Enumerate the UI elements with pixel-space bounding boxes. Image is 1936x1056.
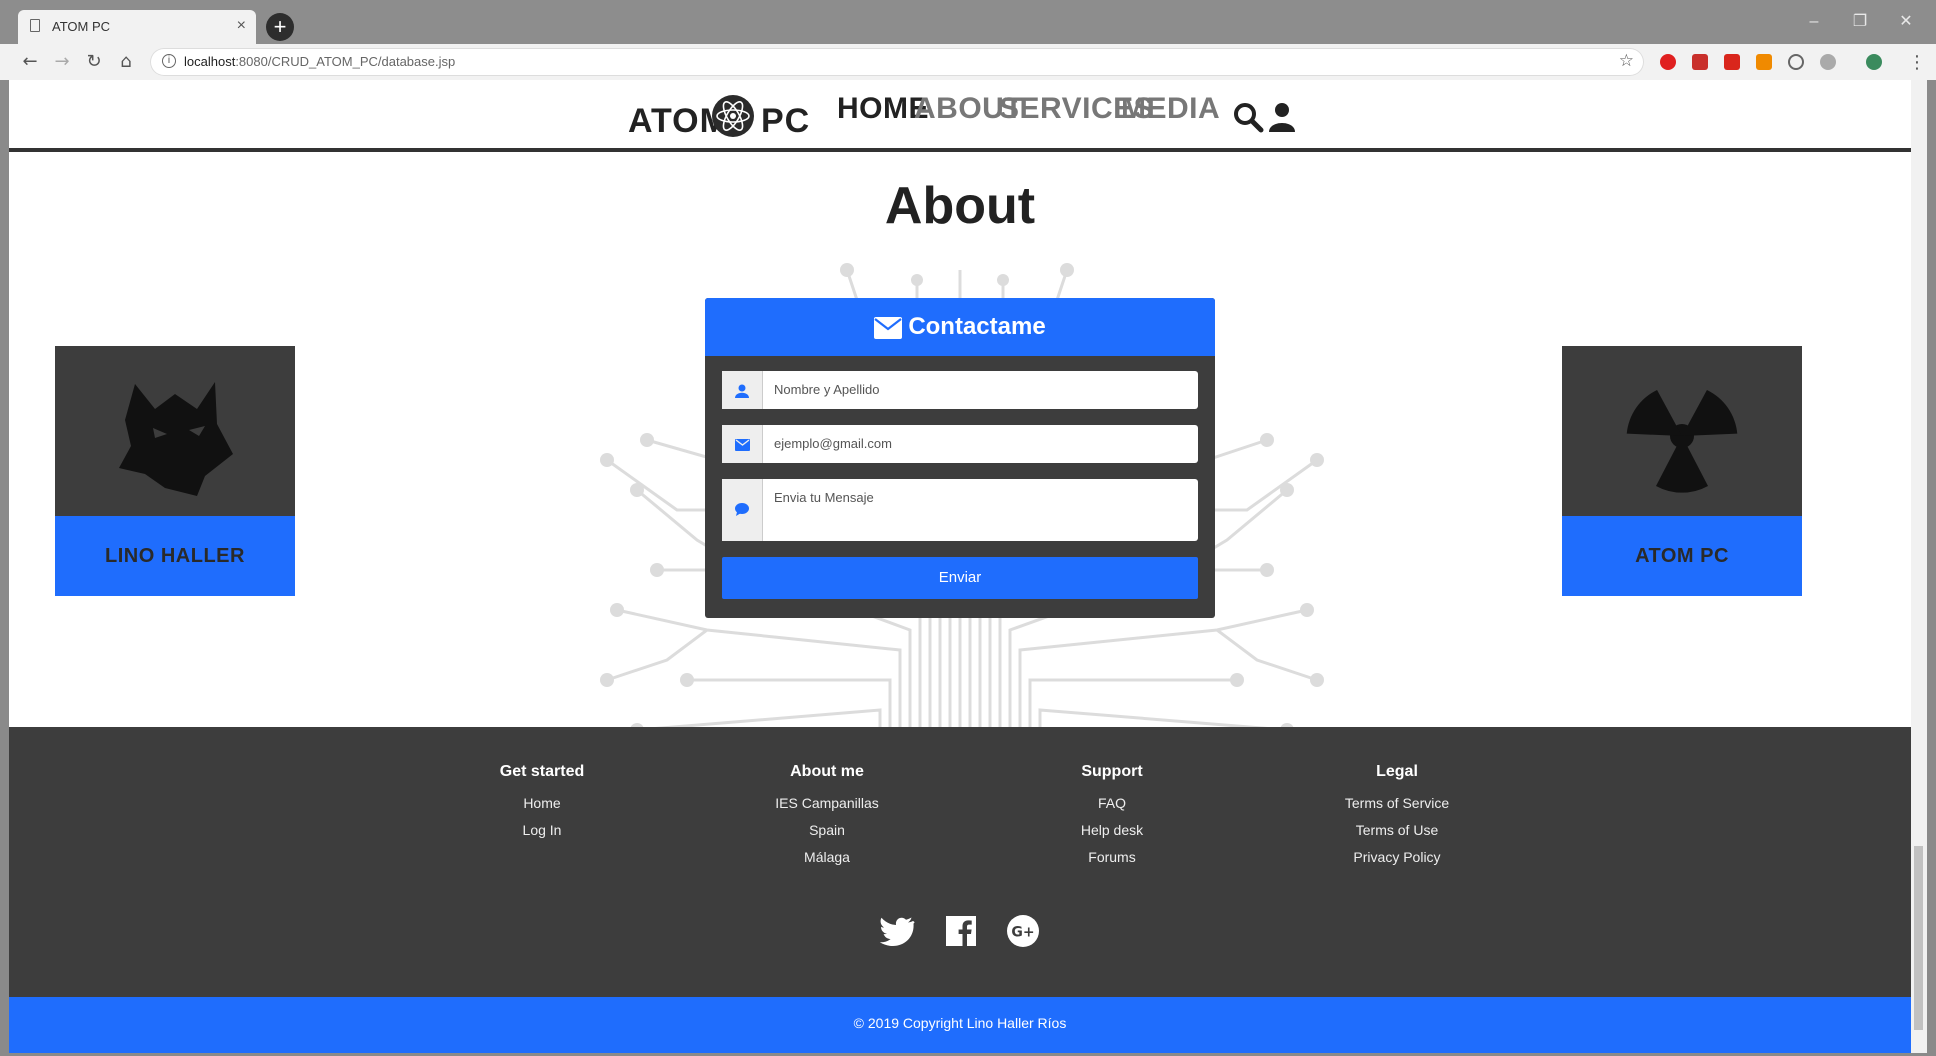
send-button[interactable]: Enviar bbox=[722, 557, 1198, 599]
browser-toolbar: ← → ↻ ⌂ i localhost:8080/CRUD_ATOM_PC/da… bbox=[0, 44, 1936, 80]
facebook-icon[interactable] bbox=[943, 913, 979, 949]
url-text: localhost:8080/CRUD_ATOM_PC/database.jsp bbox=[184, 54, 456, 69]
footer-link-terms-of-service[interactable]: Terms of Service bbox=[1297, 795, 1497, 822]
tab-close-button[interactable]: × bbox=[237, 17, 246, 35]
contact-form-title: Contactame bbox=[908, 313, 1046, 340]
address-bar[interactable]: i localhost:8080/CRUD_ATOM_PC/database.j… bbox=[150, 48, 1644, 76]
comment-icon bbox=[735, 503, 749, 516]
browser-menu-icon[interactable]: ⋮ bbox=[1908, 52, 1926, 73]
name-field-addon bbox=[722, 371, 763, 409]
restore-button[interactable]: ❐ bbox=[1838, 9, 1882, 35]
footer-link-malaga[interactable]: Málaga bbox=[727, 849, 927, 876]
wrench-icon[interactable] bbox=[1756, 54, 1772, 70]
new-tab-button[interactable]: + bbox=[266, 13, 294, 41]
card-label: ATOM PC bbox=[1562, 516, 1802, 596]
profile-avatar[interactable] bbox=[1866, 54, 1882, 70]
user-icon bbox=[735, 384, 749, 398]
nav-media[interactable]: MEDIA bbox=[1121, 92, 1220, 126]
email-field-addon bbox=[722, 425, 763, 463]
footer-link-home[interactable]: Home bbox=[442, 795, 642, 822]
copyright-bar: © 2019 Copyright Lino Haller Ríos bbox=[9, 997, 1911, 1053]
email-field[interactable]: ejemplo@gmail.com bbox=[722, 425, 1198, 463]
tab-title: ATOM PC bbox=[52, 19, 111, 34]
footer-link-ies-campanillas[interactable]: IES Campanillas bbox=[727, 795, 927, 822]
footer-column-about-me: About me IES Campanillas Spain Málaga bbox=[727, 763, 927, 876]
atom-logo-icon bbox=[712, 95, 754, 137]
close-window-button[interactable]: ✕ bbox=[1884, 9, 1928, 35]
forward-button[interactable]: → bbox=[50, 50, 74, 74]
minimize-button[interactable]: – bbox=[1792, 9, 1836, 35]
email-placeholder: ejemplo@gmail.com bbox=[774, 436, 892, 451]
twitter-icon[interactable] bbox=[879, 913, 915, 949]
name-field[interactable]: Nombre y Apellido bbox=[722, 371, 1198, 409]
svg-text:G+: G+ bbox=[1011, 925, 1034, 941]
footer-link-terms-of-use[interactable]: Terms of Use bbox=[1297, 822, 1497, 849]
profile-card-atom-pc[interactable]: ATOM PC bbox=[1562, 346, 1802, 596]
footer-link-forums[interactable]: Forums bbox=[1012, 849, 1212, 876]
footer-heading: Get started bbox=[499, 763, 585, 780]
site-footer: Get started Home Log In About me IES Cam… bbox=[9, 727, 1911, 1053]
extension-icon[interactable] bbox=[1724, 54, 1740, 70]
footer-link-log-in[interactable]: Log In bbox=[442, 822, 642, 849]
page-icon bbox=[30, 19, 40, 32]
user-icon[interactable] bbox=[1265, 100, 1299, 134]
back-button[interactable]: ← bbox=[18, 50, 42, 74]
site-header: ATOM PC HOME ABOUT SERVICES MEDIA bbox=[9, 80, 1911, 152]
bookmark-star-icon[interactable]: ☆ bbox=[1619, 51, 1634, 71]
footer-column-legal: Legal Terms of Service Terms of Use Priv… bbox=[1297, 763, 1497, 876]
radiation-icon bbox=[1626, 389, 1738, 493]
footer-column-get-started: Get started Home Log In bbox=[442, 763, 642, 849]
reload-button[interactable]: ↻ bbox=[82, 50, 106, 74]
search-icon[interactable] bbox=[1231, 100, 1265, 134]
footer-heading: Support bbox=[1081, 763, 1143, 780]
footer-column-support: Support FAQ Help desk Forums bbox=[1012, 763, 1212, 876]
footer-link-help-desk[interactable]: Help desk bbox=[1012, 822, 1212, 849]
contact-form: Contactame Nombre y Apellido ejemplo@gma… bbox=[705, 298, 1215, 618]
footer-heading: Legal bbox=[1376, 763, 1418, 780]
footer-link-privacy-policy[interactable]: Privacy Policy bbox=[1297, 849, 1497, 876]
adblock-icon[interactable] bbox=[1692, 54, 1708, 70]
message-placeholder: Envia tu Mensaje bbox=[774, 490, 874, 505]
wolf-icon bbox=[119, 382, 233, 496]
info-icon[interactable]: i bbox=[162, 54, 176, 68]
google-plus-icon[interactable]: G+ bbox=[1005, 913, 1041, 949]
contact-form-header: Contactame bbox=[705, 298, 1215, 356]
envelope-icon bbox=[735, 439, 750, 451]
profile-card-lino[interactable]: LINO HALLER bbox=[55, 346, 295, 596]
extension-icon[interactable] bbox=[1820, 54, 1836, 70]
scrollbar-thumb[interactable] bbox=[1914, 846, 1923, 1030]
footer-link-spain[interactable]: Spain bbox=[727, 822, 927, 849]
message-field[interactable]: Envia tu Mensaje bbox=[722, 479, 1198, 541]
message-field-addon bbox=[722, 479, 763, 541]
envelope-icon bbox=[874, 316, 903, 339]
card-label: LINO HALLER bbox=[55, 516, 295, 596]
sync-icon[interactable] bbox=[1788, 54, 1804, 70]
footer-heading: About me bbox=[790, 763, 864, 780]
extension-icon[interactable] bbox=[1660, 54, 1676, 70]
browser-tab-strip: ATOM PC × + – ❐ ✕ bbox=[0, 0, 1936, 44]
name-placeholder: Nombre y Apellido bbox=[774, 382, 880, 397]
page-viewport: ATOM PC HOME ABOUT SERVICES MEDIA About bbox=[9, 80, 1911, 1053]
home-button[interactable]: ⌂ bbox=[114, 50, 138, 74]
browser-tab[interactable]: ATOM PC × bbox=[18, 10, 256, 44]
footer-link-faq[interactable]: FAQ bbox=[1012, 795, 1212, 822]
